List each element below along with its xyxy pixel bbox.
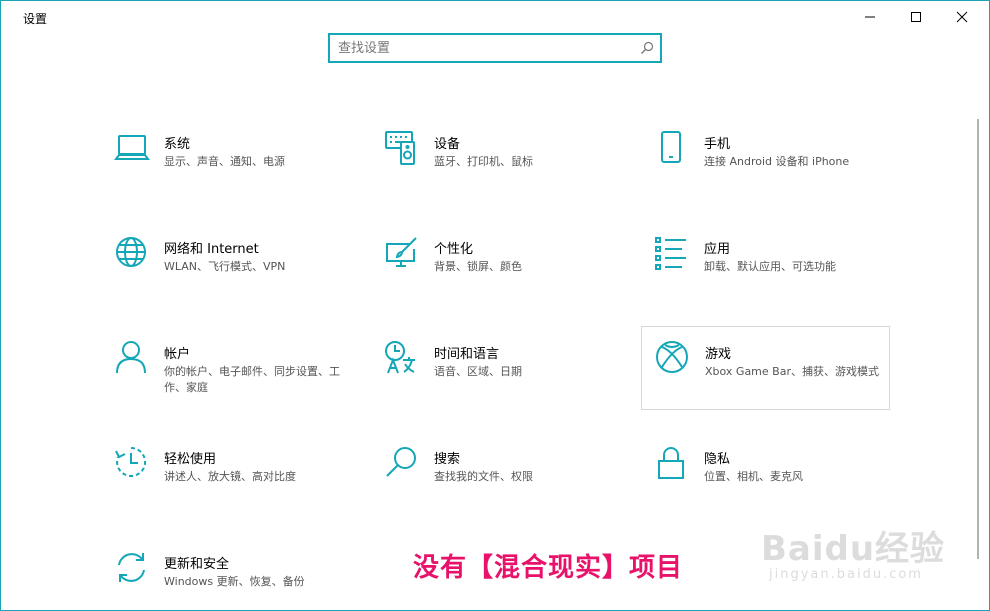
annotation-overlay: 没有【混合现实】项目 xyxy=(413,553,684,583)
tile-desc: 你的帐户、电子邮件、同步设置、工作、家庭 xyxy=(164,365,340,394)
tile-apps[interactable]: 应用 卸载、默认应用、可选功能 xyxy=(654,235,902,315)
tile-name: 隐私 xyxy=(704,452,731,467)
search-box-icon[interactable] xyxy=(640,41,654,55)
devices-icon xyxy=(385,131,415,165)
search-icon xyxy=(386,447,416,477)
tile-search[interactable]: 搜索 查找我的文件、权限 xyxy=(384,445,632,525)
tile-phone[interactable]: 手机 连接 Android 设备和 iPhone xyxy=(654,130,902,210)
watermark-logo: Baidu经验 xyxy=(761,529,946,569)
phone-icon xyxy=(661,131,681,163)
xbox-icon xyxy=(656,341,688,373)
maximize-icon xyxy=(911,12,921,22)
tile-devices[interactable]: 设备 蓝牙、打印机、鼠标 xyxy=(384,130,632,210)
close-button[interactable] xyxy=(939,1,985,33)
search-input[interactable] xyxy=(338,39,628,57)
tile-desc: 显示、声音、通知、电源 xyxy=(164,155,285,168)
tile-ease-of-access[interactable]: 轻松使用 讲述人、放大镜、高对比度 xyxy=(114,445,362,525)
tile-time-language[interactable]: 时间和语言 语音、区域、日期 xyxy=(384,340,632,420)
apps-list-icon xyxy=(655,237,686,270)
tile-name: 时间和语言 xyxy=(434,347,500,362)
tile-name: 帐户 xyxy=(164,347,191,362)
tile-system[interactable]: 系统 显示、声音、通知、电源 xyxy=(114,130,362,210)
tile-personalization[interactable]: 个性化 背景、锁屏、颜色 xyxy=(384,235,632,315)
tile-name: 游戏 xyxy=(705,347,732,362)
tile-desc: 查找我的文件、权限 xyxy=(434,470,533,483)
tile-name: 搜索 xyxy=(434,452,461,467)
title-bar: 设置 xyxy=(1,1,989,33)
window-title: 设置 xyxy=(23,12,48,26)
ease-of-access-icon xyxy=(115,446,147,477)
lock-icon xyxy=(658,447,684,479)
tile-desc: 位置、相机、麦克风 xyxy=(704,470,803,483)
minimize-icon xyxy=(865,16,875,18)
tile-desc: 语音、区域、日期 xyxy=(434,365,522,378)
tile-accounts[interactable]: 帐户 你的帐户、电子邮件、同步设置、工作、家庭 xyxy=(114,340,362,420)
tile-privacy[interactable]: 隐私 位置、相机、麦克风 xyxy=(654,445,902,525)
tile-desc: 蓝牙、打印机、鼠标 xyxy=(434,155,533,168)
maximize-button[interactable] xyxy=(893,1,939,33)
tile-name: 手机 xyxy=(704,137,731,152)
tile-name: 个性化 xyxy=(434,242,474,257)
time-language-icon xyxy=(385,341,415,374)
minimize-button[interactable] xyxy=(847,1,893,33)
tile-desc: 卸载、默认应用、可选功能 xyxy=(704,260,836,273)
sync-icon xyxy=(118,553,145,582)
tile-name: 网络和 Internet xyxy=(164,242,259,257)
tile-desc: 连接 Android 设备和 iPhone xyxy=(704,155,850,168)
laptop-icon xyxy=(114,135,150,160)
tile-update-security[interactable]: 更新和安全 Windows 更新、恢复、备份 xyxy=(114,550,362,606)
tile-name: 设备 xyxy=(434,137,461,152)
watermark-url: jingyan.baidu.com xyxy=(769,567,923,582)
tile-desc: Windows 更新、恢复、备份 xyxy=(164,575,305,588)
search-box[interactable] xyxy=(328,33,662,63)
tile-desc: WLAN、飞行模式、VPN xyxy=(164,260,286,273)
personalization-icon xyxy=(386,237,417,267)
globe-icon xyxy=(116,237,146,267)
settings-window: 设置 系统 显示、声音、通知、电源 设备 蓝牙、打印机、鼠标 手 xyxy=(0,0,990,611)
watermark: Baidu经验 jingyan.baidu.com xyxy=(761,521,981,596)
tile-name: 更新和安全 xyxy=(164,557,230,572)
tile-name: 轻松使用 xyxy=(164,452,217,467)
tile-desc: 背景、锁屏、颜色 xyxy=(434,260,522,273)
close-icon xyxy=(956,11,968,23)
tile-desc: 讲述人、放大镜、高对比度 xyxy=(164,470,296,483)
tile-network[interactable]: 网络和 Internet WLAN、飞行模式、VPN xyxy=(114,235,362,315)
scrollbar-thumb[interactable] xyxy=(977,119,979,559)
tile-name: 系统 xyxy=(164,137,191,152)
person-icon xyxy=(116,341,146,374)
tile-gaming[interactable]: 游戏 Xbox Game Bar、捕获、游戏模式 xyxy=(641,326,890,410)
tile-desc: Xbox Game Bar、捕获、游戏模式 xyxy=(705,365,879,378)
tile-name: 应用 xyxy=(704,242,731,257)
